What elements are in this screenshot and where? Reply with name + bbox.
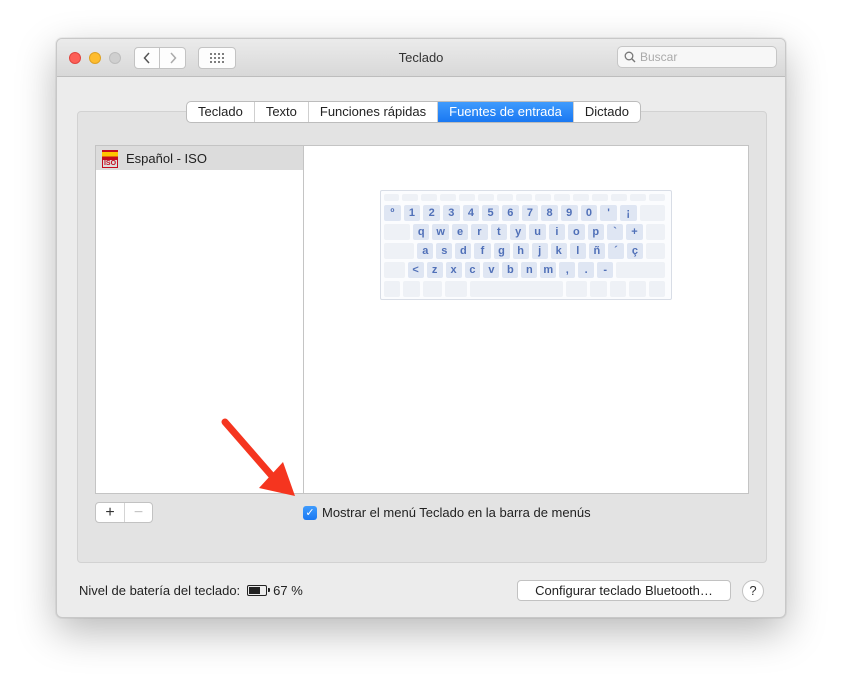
keyboard-key: 7	[521, 205, 539, 221]
keyboard-preview: º 1 2 3 4 5 6 7 8 9 0 ' ¡ q w e r t y u i o p ` + a s d f g h j k l ñ ´ ç …	[303, 145, 749, 494]
keyboard-key: n	[521, 262, 538, 278]
keyboard-key: '	[600, 205, 617, 221]
search-input[interactable]	[640, 50, 770, 64]
tab-dictado[interactable]: Dictado	[574, 102, 640, 122]
keyboard-key: k	[550, 243, 567, 259]
list-item[interactable]: ISO Español - ISO	[96, 146, 303, 170]
tab-texto[interactable]: Texto	[255, 102, 309, 122]
keyboard-key: 1	[403, 205, 421, 221]
keyboard-key: 5	[482, 205, 499, 221]
keyboard-key: `	[606, 224, 624, 240]
show-menu-checkbox-row[interactable]: ✓ Mostrar el menú Teclado en la barra de…	[303, 505, 591, 520]
keyboard-key: w	[432, 224, 449, 240]
keyboard-key: 9	[560, 205, 578, 221]
keyboard-key: ,	[559, 262, 576, 278]
keyboard-key: 0	[580, 205, 598, 221]
configure-bluetooth-keyboard-button[interactable]: Configurar teclado Bluetooth…	[517, 580, 731, 601]
keyboard-key: 4	[462, 205, 480, 221]
keyboard-key: ´	[607, 243, 624, 259]
spain-flag-icon: ISO	[102, 150, 118, 168]
tab-funciones-rapidas[interactable]: Funciones rápidas	[309, 102, 439, 122]
keyboard-key: p	[587, 224, 604, 240]
keyboard-key: y	[509, 224, 527, 240]
keyboard-key: <	[407, 262, 424, 278]
keyboard-key: i	[548, 224, 566, 240]
keyboard-key: m	[540, 262, 557, 278]
show-menu-checkbox[interactable]: ✓	[303, 505, 317, 520]
keyboard-key: 2	[423, 205, 440, 221]
keyboard-key: q	[413, 224, 430, 240]
remove-source-button[interactable]: −	[124, 503, 152, 522]
keyboard-key: u	[529, 224, 546, 240]
keyboard-key: .	[578, 262, 595, 278]
keyboard-layout: º 1 2 3 4 5 6 7 8 9 0 ' ¡ q w e r t y u i o p ` + a s d f g h j k l ñ ´ ç …	[380, 190, 672, 300]
show-menu-label[interactable]: Mostrar el menú Teclado en la barra de m…	[322, 505, 591, 520]
keyboard-key: ¡	[619, 205, 637, 221]
list-item-label: Español - ISO	[126, 150, 207, 166]
keyboard-key: +	[626, 224, 643, 240]
keyboard-key: r	[471, 224, 488, 240]
battery-row: Nivel de batería del teclado: 67 %	[79, 583, 303, 598]
keyboard-key: t	[490, 224, 507, 240]
add-source-button[interactable]: +	[96, 503, 124, 522]
keyboard-key: ñ	[588, 243, 605, 259]
search-icon	[624, 51, 636, 63]
keyboard-key: s	[436, 243, 453, 259]
tab-bar: Teclado Texto Funciones rápidas Fuentes …	[186, 101, 641, 123]
tab-teclado[interactable]: Teclado	[187, 102, 255, 122]
keyboard-key: 3	[442, 205, 460, 221]
keyboard-key: j	[531, 243, 548, 259]
keyboard-key: d	[455, 243, 472, 259]
titlebar: Teclado	[57, 39, 785, 77]
keyboard-key: o	[568, 224, 585, 240]
keyboard-key: b	[502, 262, 519, 278]
keyboard-key: x	[445, 262, 462, 278]
keyboard-key: f	[474, 243, 491, 259]
keyboard-key: a	[417, 243, 434, 259]
help-button[interactable]: ?	[742, 580, 764, 602]
keyboard-key: g	[493, 243, 510, 259]
keyboard-key: º	[384, 205, 401, 221]
preferences-window: Teclado Teclado Texto Funciones rápidas …	[56, 38, 786, 618]
annotation-arrow-icon	[221, 418, 295, 496]
keyboard-key: -	[597, 262, 614, 278]
keyboard-key: 6	[501, 205, 519, 221]
keyboard-key: 8	[541, 205, 558, 221]
battery-value: 67 %	[273, 583, 303, 598]
battery-icon	[247, 585, 271, 596]
keyboard-key: l	[569, 243, 586, 259]
keyboard-key: c	[464, 262, 481, 278]
battery-label: Nivel de batería del teclado:	[79, 583, 241, 598]
add-remove-control: + −	[95, 502, 153, 523]
keyboard-key: h	[512, 243, 529, 259]
keyboard-key: z	[426, 262, 443, 278]
keyboard-key: v	[483, 262, 500, 278]
search-field[interactable]	[617, 46, 777, 68]
tab-fuentes-de-entrada[interactable]: Fuentes de entrada	[438, 102, 574, 122]
keyboard-key: ç	[626, 243, 643, 259]
keyboard-key: e	[451, 224, 469, 240]
